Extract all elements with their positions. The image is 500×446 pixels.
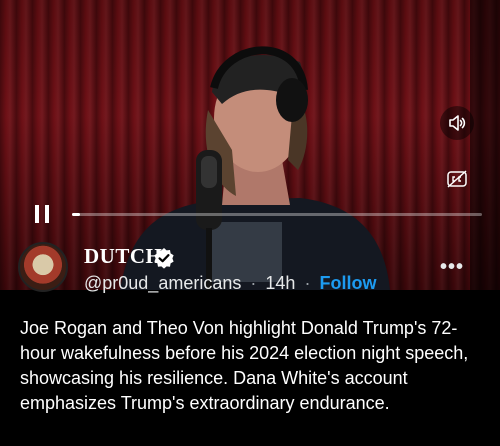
post-text: Joe Rogan and Theo Von highlight Donald …: [20, 318, 469, 413]
pause-icon[interactable]: [32, 204, 52, 224]
display-name[interactable]: DUTCH: [84, 244, 162, 269]
timestamp[interactable]: 14h: [265, 273, 295, 293]
post-meta: @pr0ud_americans · 14h · Follow: [84, 273, 376, 294]
verified-badge-icon: [154, 248, 174, 269]
handle[interactable]: @pr0ud_americans: [84, 273, 241, 293]
video-progress-fill: [72, 213, 81, 216]
follow-button[interactable]: Follow: [319, 273, 376, 293]
volume-icon[interactable]: [440, 106, 474, 140]
video-frame: [120, 0, 500, 290]
video-player[interactable]: [0, 0, 500, 290]
separator-dot: ·: [250, 273, 257, 293]
video-progress-bar[interactable]: [72, 213, 482, 216]
captions-icon[interactable]: [440, 162, 474, 196]
avatar[interactable]: [18, 242, 68, 292]
separator-dot: ·: [304, 273, 311, 293]
more-options-icon[interactable]: •••: [440, 256, 464, 279]
